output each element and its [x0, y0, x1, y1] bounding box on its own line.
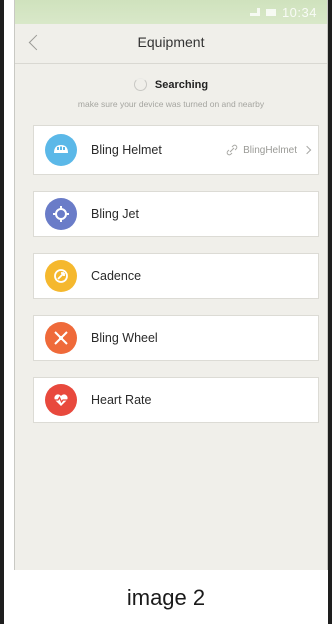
- phone-screen: 10:34 Equipment Searching make sure your…: [14, 0, 328, 570]
- device-label: Bling Jet: [91, 207, 139, 221]
- wheel-icon: [45, 322, 77, 354]
- battery-icon: [265, 8, 276, 16]
- device-label: Heart Rate: [91, 393, 152, 407]
- spinner-icon: [133, 78, 147, 91]
- status-bar: 10:34: [15, 0, 327, 24]
- connected-device: BlingHelmet: [226, 144, 312, 156]
- page-title: Equipment: [137, 34, 205, 50]
- search-hint: make sure your device was turned on and …: [77, 99, 265, 109]
- chevron-right-icon: [302, 145, 312, 155]
- jet-icon: [45, 198, 77, 230]
- device-item-bling-wheel[interactable]: Bling Wheel: [33, 315, 319, 361]
- status-time: 10:34: [281, 4, 317, 20]
- image-caption: image 2: [126, 585, 206, 610]
- device-item-bling-helmet[interactable]: Bling Helmet BlingHelmet: [33, 125, 319, 175]
- device-label: Bling Wheel: [91, 331, 158, 345]
- connected-device-name: BlingHelmet: [243, 144, 297, 156]
- cadence-icon: [45, 260, 77, 292]
- device-label: Cadence: [91, 269, 142, 283]
- device-item-bling-jet[interactable]: Bling Jet: [33, 191, 319, 237]
- device-item-cadence[interactable]: Cadence: [33, 253, 319, 299]
- helmet-icon: [45, 134, 77, 166]
- device-item-heart-rate[interactable]: Heart Rate: [33, 377, 319, 423]
- device-label: Bling Helmet: [91, 143, 162, 157]
- device-list: Bling Helmet BlingHelmet Bling Jet Caden…: [33, 125, 319, 439]
- searching-label: Searching: [154, 78, 209, 91]
- heart-rate-icon: [45, 384, 77, 416]
- signal-icon: [249, 8, 260, 16]
- photo-frame: 10:34 Equipment Searching make sure your…: [0, 0, 332, 624]
- link-icon: [226, 144, 238, 156]
- search-status: Searching: [15, 78, 327, 91]
- header: Equipment: [15, 24, 327, 64]
